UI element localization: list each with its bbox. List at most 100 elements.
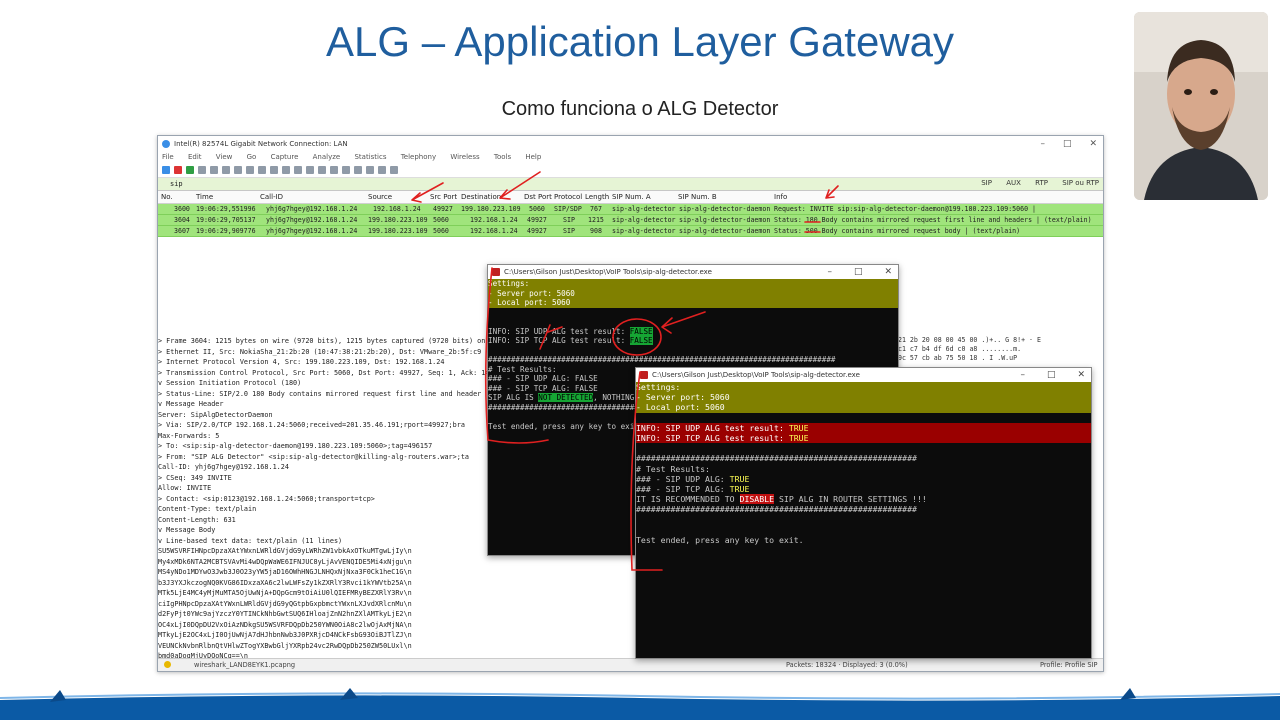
maximize-icon[interactable]: □ xyxy=(1047,370,1056,380)
detail-line[interactable]: d2FyPjt0YWc9ajYzczY0YTINCkNhbGwtSUQ6IHlo… xyxy=(158,609,488,620)
close-icon[interactable]: ✕ xyxy=(884,267,892,277)
cell-src-port: 49927 xyxy=(433,205,453,213)
first-packet-icon[interactable] xyxy=(306,166,314,174)
maximize-icon[interactable]: □ xyxy=(1063,139,1072,149)
detail-line[interactable]: MS4yNDo1MDYwO3Jwb3J0O23yYW5jaD16OWhHNGJL… xyxy=(158,567,488,578)
detail-line[interactable]: Allow: INVITE xyxy=(158,483,488,494)
status-profile[interactable]: Profile: Profile SIP xyxy=(1040,659,1098,671)
detail-line[interactable]: v Message Header xyxy=(158,399,488,410)
detail-line[interactable]: b3J3YXJkczogNQ0KVG86IDxzaXA6c2lwLWFsZy1k… xyxy=(158,578,488,589)
menu-go[interactable]: Go xyxy=(247,153,257,161)
detail-line[interactable]: v Line-based text data: text/plain (11 l… xyxy=(158,536,488,547)
console-icon xyxy=(492,268,500,276)
col-dst-port[interactable]: Dst Port xyxy=(524,191,552,203)
menu-edit[interactable]: Edit xyxy=(188,153,202,161)
detail-line[interactable]: Max-Forwards: 5 xyxy=(158,431,488,442)
col-sip-num-a[interactable]: SIP Num. A xyxy=(612,191,651,203)
zoom-out-icon[interactable] xyxy=(366,166,374,174)
filter-button-sip-rtp[interactable]: SIP ou RTP xyxy=(1062,179,1099,187)
detail-line[interactable]: MTk5LjE4MC4yMjMuMTA5OjUwNjA+DQpGcm9tOiAi… xyxy=(158,588,488,599)
result-tcp-value: TRUE xyxy=(729,483,750,494)
detail-line[interactable]: OC4xLjI0DQpDU2VxOiAzNDkgSU5WSVRFDQpDb250… xyxy=(158,620,488,631)
resize-columns-icon[interactable] xyxy=(390,166,398,174)
detail-line[interactable]: > Internet Protocol Version 4, Src: 199.… xyxy=(158,357,488,368)
detail-line[interactable]: > Status-Line: SIP/2.0 180 Body contains… xyxy=(158,389,488,400)
menu-telephony[interactable]: Telephony xyxy=(401,153,436,161)
col-src-port[interactable]: Src Port xyxy=(430,191,457,203)
open-file-icon[interactable] xyxy=(210,166,218,174)
rec-suffix: SIP ALG IN ROUTER SETTINGS !!! xyxy=(774,494,927,505)
menu-statistics[interactable]: Statistics xyxy=(354,153,386,161)
reload-icon[interactable] xyxy=(246,166,254,174)
detail-line[interactable]: MTkyLjE2OC4xLjI0OjUwNjA7dHJhbnNwb3J0PXRj… xyxy=(158,630,488,641)
detail-line[interactable]: ciIgPHNpcDpzaXAtYWxnLWRldGVjdG9yQGtpbGxp… xyxy=(158,599,488,610)
packet-row[interactable]: 3604 19:06:29,705137 yhj6g7hgey@192.168.… xyxy=(158,215,1103,226)
menu-wireless[interactable]: Wireless xyxy=(450,153,479,161)
go-back-icon[interactable] xyxy=(270,166,278,174)
minimize-icon[interactable]: – xyxy=(1020,370,1025,380)
col-time[interactable]: Time xyxy=(196,191,213,203)
cell-no: 3604 xyxy=(174,216,190,224)
filter-button-sip[interactable]: SIP xyxy=(981,179,992,187)
go-forward-icon[interactable] xyxy=(282,166,290,174)
zoom-normal-icon[interactable] xyxy=(378,166,386,174)
last-packet-icon[interactable] xyxy=(318,166,326,174)
packet-row[interactable]: 3600 19:06:29,551996 yhj6g7hgey@192.168.… xyxy=(158,204,1103,215)
detail-line[interactable]: > CSeq: 349 INVITE xyxy=(158,473,488,484)
detail-line[interactable]: Server: SipAlgDetectorDaemon xyxy=(158,410,488,421)
options-icon[interactable] xyxy=(198,166,206,174)
detail-line[interactable]: > Ethernet II, Src: NokiaSha_21:2b:20 (1… xyxy=(158,347,489,358)
detail-line[interactable]: SU5WSVRFIHNpcDpzaXAtYWxnLWRldGVjdG9yLWRh… xyxy=(158,546,488,557)
col-protocol[interactable]: Protocol xyxy=(554,191,582,203)
detail-line[interactable]: > Frame 3604: 1215 bytes on wire (9720 b… xyxy=(158,336,488,347)
zoom-in-icon[interactable] xyxy=(354,166,362,174)
col-source[interactable]: Source xyxy=(368,191,392,203)
close-icon[interactable]: ✕ xyxy=(1089,139,1097,149)
close-icon[interactable]: ✕ xyxy=(1077,370,1085,380)
cell-time: 19:06:29,551996 xyxy=(196,205,256,213)
detail-line[interactable]: > Contact: <sip:0123@192.168.1.24:5060;t… xyxy=(158,494,488,505)
stop-capture-icon[interactable] xyxy=(174,166,182,174)
detail-line[interactable]: > Via: SIP/2.0/TCP 192.168.1.24:5060;rec… xyxy=(158,420,488,431)
filter-button-rtp[interactable]: RTP xyxy=(1035,179,1048,187)
display-filter-bar[interactable]: sip SIP AUX RTP SIP ou RTP xyxy=(158,178,1103,191)
restart-capture-icon[interactable] xyxy=(186,166,194,174)
detail-line[interactable]: My4xMDk6NTA2MCBTSVAvMi4wDQpWaWE6IFNJUC8y… xyxy=(158,557,488,568)
detail-line[interactable]: Content-Type: text/plain xyxy=(158,504,488,515)
detail-line[interactable]: v Message Body xyxy=(158,525,488,536)
minimize-icon[interactable]: – xyxy=(827,267,832,277)
find-icon[interactable] xyxy=(258,166,266,174)
minimize-icon[interactable]: – xyxy=(1040,139,1045,149)
detail-line[interactable]: Call-ID: yhj6g7hgey@192.168.1.24 xyxy=(158,462,488,473)
cell-src-port: 5060 xyxy=(433,216,449,224)
detail-line[interactable]: > To: <sip:sip-alg-detector-daemon@199.1… xyxy=(158,441,488,452)
col-no[interactable]: No. xyxy=(161,191,173,203)
autoscroll-icon[interactable] xyxy=(330,166,338,174)
menu-tools[interactable]: Tools xyxy=(494,153,511,161)
menu-file[interactable]: File xyxy=(162,153,174,161)
detail-line[interactable]: > From: "SIP ALG Detector" <sip:sip-alg-… xyxy=(158,452,488,463)
filter-button-aux[interactable]: AUX xyxy=(1006,179,1021,187)
packet-row[interactable]: 3607 19:06:29,909776 yhj6g7hgey@192.168.… xyxy=(158,226,1103,237)
col-destination[interactable]: Destination xyxy=(461,191,501,203)
detail-line[interactable]: VEUNCkNvbnRlbnQtVHlwZTogYXBwbGljYXRpb24v… xyxy=(158,641,488,652)
close-file-icon[interactable] xyxy=(234,166,242,174)
detail-line[interactable]: v Session Initiation Protocol (180) xyxy=(158,378,488,389)
menu-view[interactable]: View xyxy=(216,153,233,161)
col-length[interactable]: Length xyxy=(585,191,609,203)
detail-line[interactable]: Content-Length: 631 xyxy=(158,515,488,526)
menu-analyze[interactable]: Analyze xyxy=(313,153,341,161)
menu-capture[interactable]: Capture xyxy=(271,153,299,161)
save-file-icon[interactable] xyxy=(222,166,230,174)
go-to-packet-icon[interactable] xyxy=(294,166,302,174)
start-capture-icon[interactable] xyxy=(162,166,170,174)
display-filter-input[interactable]: sip xyxy=(158,180,183,188)
colorize-icon[interactable] xyxy=(342,166,350,174)
maximize-icon[interactable]: □ xyxy=(854,267,863,277)
menu-help[interactable]: Help xyxy=(525,153,541,161)
expert-info-icon[interactable] xyxy=(164,661,171,668)
col-callid[interactable]: Call-ID xyxy=(260,191,283,203)
detail-line[interactable]: > Transmission Control Protocol, Src Por… xyxy=(158,368,489,379)
col-sip-num-b[interactable]: SIP Num. B xyxy=(678,191,717,203)
col-info[interactable]: Info xyxy=(774,191,787,203)
